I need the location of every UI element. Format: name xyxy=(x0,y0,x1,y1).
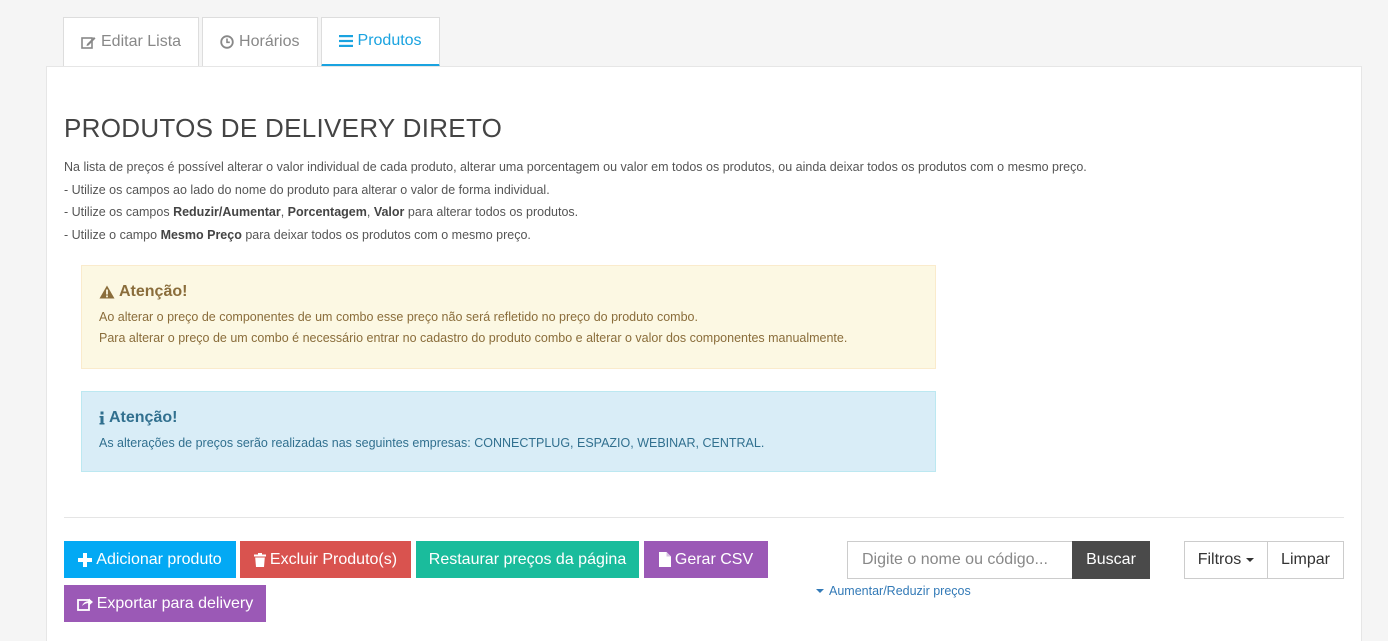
clock-icon xyxy=(220,35,234,49)
export-delivery-button[interactable]: Exportar para delivery xyxy=(64,585,266,622)
caret-down-icon xyxy=(1246,558,1255,562)
filters-dropdown[interactable]: Filtros xyxy=(1184,541,1268,579)
instructions-intro: Na lista de preços é possível alterar o … xyxy=(64,160,1087,174)
text: para alterar todos os produtos. xyxy=(404,205,579,219)
info-alert: Atenção! As alterações de preços serão r… xyxy=(81,391,936,472)
tab-editar-lista[interactable]: Editar Lista xyxy=(63,17,200,66)
warning-alert-heading: Atenção! xyxy=(99,283,918,301)
divider xyxy=(64,517,1344,518)
text: , xyxy=(280,205,288,219)
info-alert-heading: Atenção! xyxy=(99,409,918,427)
info-alert-text: As alterações de preços serão realizadas… xyxy=(99,436,765,450)
warning-alert-title: Atenção! xyxy=(119,283,188,300)
add-product-label: Adicionar produto xyxy=(96,550,222,568)
adjust-prices-label: Aumentar/Reduzir preços xyxy=(829,584,971,598)
text: - Utilize os campos xyxy=(64,205,174,219)
adjust-prices-toggle[interactable]: Aumentar/Reduzir preços xyxy=(816,584,971,598)
generate-csv-button[interactable]: Gerar CSV xyxy=(644,541,768,578)
clear-button[interactable]: Limpar xyxy=(1267,541,1344,579)
plus-icon xyxy=(78,552,93,567)
delete-product-button[interactable]: Excluir Produto(s) xyxy=(240,541,411,578)
add-product-button[interactable]: Adicionar produto xyxy=(64,541,236,578)
filters-label: Filtros xyxy=(1197,551,1242,568)
restore-prices-button[interactable]: Restaurar preços da página xyxy=(416,541,639,578)
search-button[interactable]: Buscar xyxy=(1072,541,1150,579)
warning-alert-line-1: Ao alterar o preço de componentes de um … xyxy=(99,310,698,324)
trash-icon xyxy=(253,552,266,567)
warning-alert: Atenção! Ao alterar o preço de component… xyxy=(81,265,936,369)
instructions-line-1: - Utilize os campos ao lado do nome do p… xyxy=(64,182,550,197)
instructions-line-3: - Utilize o campo Mesmo Preço para deixa… xyxy=(64,224,1087,247)
emphasis: Reduzir/Aumentar xyxy=(173,205,281,219)
emphasis: Mesmo Preço xyxy=(160,227,242,242)
caret-down-icon xyxy=(816,589,824,593)
text: para deixar todos os produtos com o mesm… xyxy=(241,227,531,242)
instructions-line-2: - Utilize os campos Reduzir/Aumentar, Po… xyxy=(64,201,1087,224)
tab-editar-lista-label: Editar Lista xyxy=(101,33,182,50)
share-icon xyxy=(76,597,93,611)
tab-bar: Editar Lista Horários Produtos xyxy=(63,17,440,67)
warning-alert-line-2: Para alterar o preço de um combo é neces… xyxy=(99,331,848,345)
tab-produtos-label: Produtos xyxy=(357,32,422,49)
search-input[interactable] xyxy=(847,541,1073,579)
search-button-label: Buscar xyxy=(1086,551,1136,568)
emphasis: Porcentagem xyxy=(287,205,367,219)
generate-csv-label: Gerar CSV xyxy=(674,550,754,568)
info-icon xyxy=(99,411,105,425)
warning-icon xyxy=(99,285,115,299)
tab-horarios[interactable]: Horários xyxy=(202,17,318,66)
tab-horarios-label: Horários xyxy=(239,33,300,50)
text: - Utilize o campo xyxy=(64,227,161,242)
edit-icon xyxy=(81,35,96,49)
clear-label: Limpar xyxy=(1281,551,1330,568)
export-delivery-label: Exportar para delivery xyxy=(96,594,254,612)
emphasis: Valor xyxy=(373,205,405,219)
delete-product-label: Excluir Produto(s) xyxy=(269,550,398,568)
tab-produtos[interactable]: Produtos xyxy=(320,17,440,67)
file-icon xyxy=(658,552,671,567)
restore-prices-label: Restaurar preços da página xyxy=(428,550,627,568)
page-title: PRODUTOS DE DELIVERY DIRETO xyxy=(64,113,503,143)
info-alert-title: Atenção! xyxy=(109,409,178,426)
list-icon xyxy=(338,35,353,47)
instructions: Na lista de preços é possível alterar o … xyxy=(64,156,1087,246)
text: , xyxy=(366,205,374,219)
